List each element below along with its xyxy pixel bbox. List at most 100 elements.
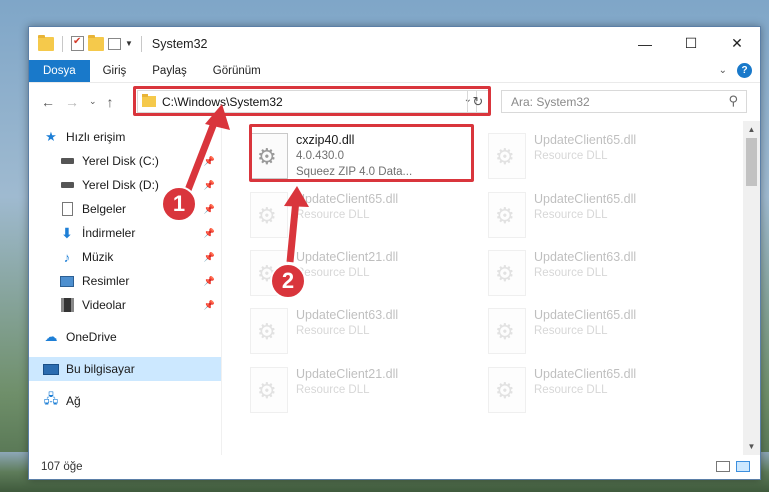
sidebar-item-local-disk-c[interactable]: Yerel Disk (C:) 📌 — [29, 149, 221, 173]
sidebar-item-quick-access[interactable]: ★ Hızlı erişim — [29, 125, 221, 149]
navigation-buttons: ← → ⌄ ↑ — [29, 94, 114, 110]
customize-toolbar-dropdown-icon[interactable]: ▼ — [125, 39, 133, 48]
dll-file-icon — [250, 367, 288, 413]
sidebar-item-label: Belgeler — [82, 202, 127, 216]
file-name: UpdateClient63.dll — [534, 250, 637, 264]
pin-icon[interactable]: 📌 — [204, 300, 215, 311]
network-icon: 🖧 — [43, 391, 59, 406]
file-item[interactable]: UpdateClient65.dll Resource DLL — [482, 303, 707, 359]
expand-ribbon-chevron-icon[interactable]: ⌄ — [719, 65, 727, 76]
tab-view[interactable]: Görünüm — [200, 60, 274, 82]
navigation-pane: ★ Hızlı erişim Yerel Disk (C:) 📌 Yerel D… — [29, 121, 222, 455]
pin-icon[interactable]: 📌 — [204, 156, 215, 167]
file-item[interactable]: UpdateClient65.dll Resource DLL — [482, 362, 707, 418]
view-toggles — [716, 461, 750, 472]
sidebar-item-pictures[interactable]: Resimler 📌 — [29, 269, 221, 293]
drive-icon — [59, 154, 75, 168]
sidebar-item-downloads[interactable]: ⬇ İndirmeler 📌 — [29, 221, 221, 245]
search-input[interactable]: Ara: System32 ⚲ — [501, 90, 747, 113]
videos-icon — [59, 298, 75, 312]
file-meta: UpdateClient65.dll Resource DLL — [534, 128, 636, 164]
tab-file[interactable]: Dosya — [29, 60, 90, 82]
dll-file-icon — [488, 192, 526, 238]
file-item[interactable]: UpdateClient65.dll Resource DLL — [244, 187, 469, 243]
step-2-badge: 2 — [270, 263, 306, 299]
sidebar-item-onedrive[interactable]: ☁ OneDrive — [29, 325, 221, 349]
drive-icon — [59, 178, 75, 192]
sidebar-item-label: Ağ — [66, 394, 81, 408]
sidebar-item-label: İndirmeler — [82, 226, 136, 240]
file-name: UpdateClient63.dll — [296, 308, 399, 322]
star-icon: ★ — [45, 129, 57, 144]
dll-file-icon — [250, 308, 288, 354]
tiles-view-icon[interactable] — [736, 461, 750, 472]
back-arrow-icon[interactable]: ← — [41, 94, 55, 110]
file-description: Resource DLL — [296, 267, 370, 279]
pin-icon[interactable]: 📌 — [204, 252, 215, 263]
file-meta: UpdateClient21.dll Resource DLL — [296, 245, 398, 281]
sidebar-item-label: Yerel Disk (C:) — [82, 154, 159, 168]
scroll-down-arrow-icon[interactable]: ▼ — [743, 438, 760, 455]
file-description: Resource DLL — [534, 267, 608, 279]
search-icon[interactable]: ⚲ — [728, 93, 738, 109]
music-icon: ♪ — [63, 249, 71, 265]
sidebar-item-label: Hızlı erişim — [66, 130, 126, 144]
file-name: UpdateClient21.dll — [296, 250, 399, 264]
computer-icon — [43, 362, 59, 376]
sidebar-item-music[interactable]: ♪ Müzik 📌 — [29, 245, 221, 269]
file-item[interactable]: UpdateClient65.dll Resource DLL — [482, 128, 707, 184]
search-placeholder: Ara: System32 — [511, 94, 590, 109]
sidebar-item-network[interactable]: 🖧 Ağ — [29, 389, 221, 413]
customize-view-icon[interactable] — [108, 37, 121, 50]
step-1-badge: 1 — [161, 186, 197, 222]
folder-icon — [38, 34, 54, 51]
dll-file-icon — [488, 367, 526, 413]
minimize-button[interactable]: — — [622, 27, 668, 60]
properties-icon[interactable] — [71, 36, 84, 51]
window-controls: — ☐ ✕ — [622, 27, 760, 60]
sidebar-item-label: OneDrive — [66, 330, 117, 344]
sidebar-item-videos[interactable]: Videolar 📌 — [29, 293, 221, 317]
file-name: UpdateClient65.dll — [534, 367, 637, 381]
sidebar-item-this-pc[interactable]: Bu bilgisayar — [29, 357, 221, 381]
pin-icon[interactable]: 📌 — [204, 228, 215, 239]
file-name: UpdateClient65.dll — [534, 308, 637, 322]
forward-arrow-icon[interactable]: → — [65, 94, 79, 110]
address-row: ← → ⌄ ↑ C:\Windows\System32 ⌄ ↻ Ara: Sys… — [29, 82, 760, 120]
sidebar-item-label: Videolar — [82, 298, 126, 312]
tab-share[interactable]: Paylaş — [139, 60, 200, 82]
tab-home[interactable]: Giriş — [90, 60, 140, 82]
pin-icon[interactable]: 📌 — [204, 180, 215, 191]
dll-file-icon — [488, 250, 526, 296]
recent-locations-chevron-icon[interactable]: ⌄ — [89, 96, 97, 107]
file-item[interactable]: UpdateClient63.dll Resource DLL — [482, 245, 707, 301]
file-description: Resource DLL — [534, 384, 608, 396]
dll-file-icon — [488, 308, 526, 354]
file-description: Resource DLL — [534, 325, 608, 337]
sidebar-item-label: Bu bilgisayar — [66, 362, 135, 376]
pin-icon[interactable]: 📌 — [204, 276, 215, 287]
vertical-scrollbar[interactable]: ▲ ▼ — [743, 121, 760, 455]
details-view-icon[interactable] — [716, 461, 730, 472]
up-arrow-icon[interactable]: ↑ — [107, 94, 114, 110]
file-description: Resource DLL — [296, 325, 370, 337]
file-name: UpdateClient21.dll — [296, 367, 399, 381]
highlight-box-file — [249, 124, 474, 182]
file-meta: UpdateClient65.dll Resource DLL — [296, 187, 398, 223]
maximize-button[interactable]: ☐ — [668, 27, 714, 60]
cloud-icon: ☁ — [44, 329, 58, 344]
file-meta: UpdateClient65.dll Resource DLL — [534, 362, 636, 398]
pictures-icon — [59, 274, 75, 288]
new-folder-icon[interactable] — [88, 34, 104, 51]
scroll-up-arrow-icon[interactable]: ▲ — [743, 121, 760, 138]
help-icon[interactable]: ? — [737, 63, 752, 78]
close-button[interactable]: ✕ — [714, 27, 760, 60]
title-bar: ▼ System32 — ☐ ✕ — [29, 27, 760, 60]
file-item[interactable]: UpdateClient21.dll Resource DLL — [244, 362, 469, 418]
file-item[interactable]: UpdateClient63.dll Resource DLL — [244, 303, 469, 359]
scrollbar-thumb[interactable] — [746, 138, 757, 186]
pin-icon[interactable]: 📌 — [204, 204, 215, 215]
file-item[interactable]: UpdateClient65.dll Resource DLL — [482, 187, 707, 243]
